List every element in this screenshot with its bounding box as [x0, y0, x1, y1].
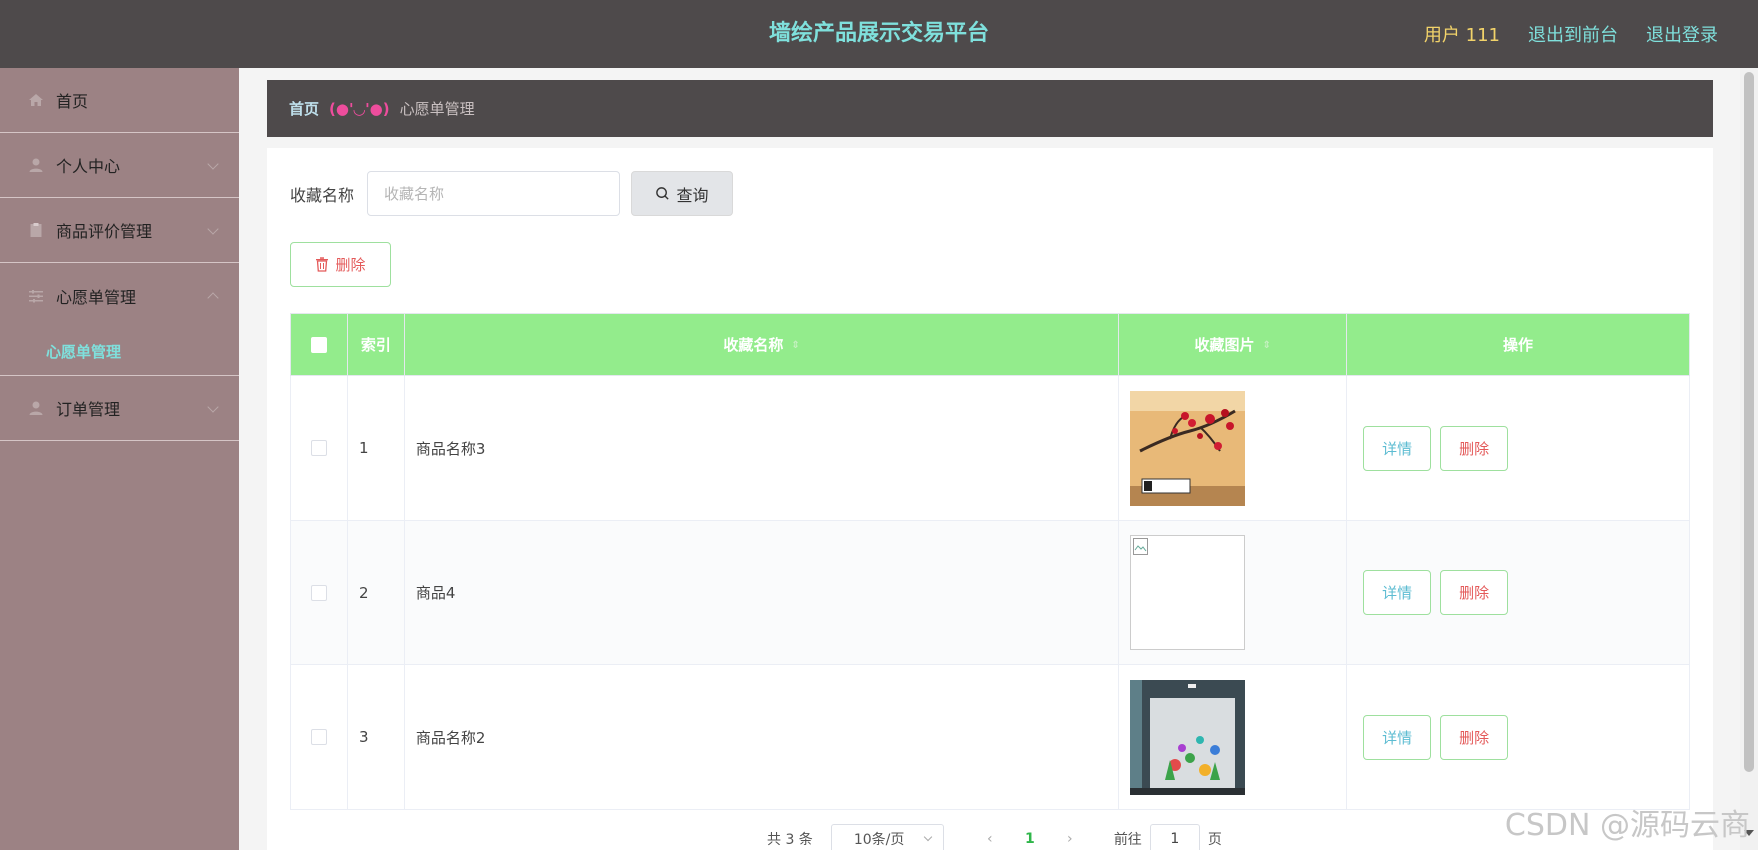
- sidebar-item-label: 订单管理: [56, 400, 121, 419]
- page-number[interactable]: 1: [1010, 831, 1050, 847]
- detail-button[interactable]: 详情: [1363, 570, 1432, 615]
- row-name: 商品名称2: [403, 664, 1120, 810]
- table-header-row: 索引 收藏名称 ⇕ 收藏图片 ⇕ 操作: [290, 313, 1690, 376]
- sidebar-item-personal[interactable]: 个人中心: [0, 133, 239, 198]
- query-button-label: 查询: [676, 185, 709, 205]
- wishlist-table: 索引 收藏名称 ⇕ 收藏图片 ⇕ 操作 1 商品名称3 详情 删除 2 商品4 …: [290, 313, 1690, 810]
- current-user: 用户 111: [1423, 25, 1500, 46]
- detail-button[interactable]: 详情: [1363, 425, 1432, 471]
- chevron-down-icon: [923, 832, 933, 842]
- sort-icon[interactable]: ⇕: [1262, 340, 1270, 351]
- sidebar-item-label: 个人中心: [56, 157, 121, 176]
- row-actions: 详情 删除: [1347, 570, 1689, 615]
- sliders-icon: [28, 288, 44, 304]
- sidebar-item-orders[interactable]: 订单管理: [0, 376, 239, 441]
- detail-button[interactable]: 详情: [1363, 714, 1432, 760]
- page-size-value: 10条/页: [853, 832, 905, 848]
- chevron-down-icon: [207, 223, 219, 235]
- header-index: 索引: [346, 313, 405, 376]
- scrollbar-thumb[interactable]: [1744, 72, 1754, 772]
- header-name-label: 收藏名称: [723, 336, 784, 354]
- table-row: 2 商品4 详情 删除: [290, 520, 1690, 665]
- sidebar-item-wishlist[interactable]: 心愿单管理: [0, 263, 239, 328]
- total-count: 共 3 条: [767, 832, 813, 848]
- sidebar-item-home[interactable]: 首页: [0, 68, 239, 133]
- row-index: 2: [346, 520, 405, 665]
- row-select-cell: [290, 664, 348, 810]
- batch-delete-button[interactable]: 删除: [290, 242, 391, 287]
- user-icon: [28, 157, 44, 173]
- search-input[interactable]: [367, 171, 620, 216]
- row-checkbox[interactable]: [310, 729, 327, 745]
- row-actions: 详情 删除: [1347, 714, 1689, 760]
- row-ops-cell: 详情 删除: [1346, 520, 1690, 665]
- header-ops: 操作: [1346, 313, 1690, 376]
- row-image-cell: [1118, 664, 1348, 810]
- broken-image-icon: [1133, 538, 1149, 555]
- row-select-cell: [290, 520, 348, 665]
- sidebar: 首页 个人中心 商品评价管理 心愿单管理 心愿单管理 订单管理: [0, 68, 239, 850]
- row-select-cell: [290, 375, 348, 521]
- row-image-cell: [1118, 375, 1348, 521]
- clipboard-icon: [28, 222, 44, 238]
- sidebar-item-label: 商品评价管理: [56, 222, 153, 241]
- prev-page-icon[interactable]: ‹: [970, 831, 1010, 847]
- row-index: 1: [346, 375, 405, 521]
- query-button[interactable]: 查询: [631, 171, 733, 216]
- watermark: CSDN @源码云商: [1504, 808, 1750, 843]
- breadcrumb-current: 心愿单管理: [399, 100, 475, 118]
- delete-button[interactable]: 删除: [1440, 714, 1509, 760]
- header-image[interactable]: 收藏图片 ⇕: [1118, 313, 1348, 376]
- batch-delete-label: 删除: [335, 256, 366, 274]
- chevron-down-icon: [207, 158, 219, 170]
- row-ops-cell: 详情 删除: [1346, 375, 1690, 521]
- header-actions: 用户 111 退出到前台 退出登录: [1424, 0, 1718, 68]
- breadcrumb: 首页 (●'◡'●) 心愿单管理: [267, 80, 1713, 137]
- page-jump-input[interactable]: [1149, 824, 1200, 850]
- delete-button[interactable]: 删除: [1440, 425, 1509, 471]
- sidebar-item-label: 心愿单管理: [56, 287, 137, 307]
- chevron-down-icon: [207, 401, 219, 413]
- sidebar-item-label: 首页: [56, 92, 89, 111]
- header-image-label: 收藏图片: [1194, 336, 1255, 354]
- sidebar-item-reviews[interactable]: 商品评价管理: [0, 198, 239, 263]
- trash-icon: [316, 257, 329, 272]
- home-icon: [28, 92, 44, 108]
- breadcrumb-home[interactable]: 首页: [289, 98, 319, 119]
- header-name[interactable]: 收藏名称 ⇕: [403, 313, 1120, 376]
- table-row: 1 商品名称3 详情 删除: [290, 375, 1690, 521]
- row-image-cell: [1118, 520, 1348, 665]
- product-image[interactable]: [1130, 390, 1246, 506]
- row-actions: 详情 删除: [1347, 425, 1689, 471]
- pagination: 共 3 条 10条/页 ‹ 1 › 前往 页: [767, 824, 1222, 850]
- breadcrumb-separator: (●'◡'●): [329, 99, 390, 118]
- goto-label: 前往: [1113, 832, 1142, 848]
- table-row: 3 商品名称2 详情 删除: [290, 664, 1690, 810]
- row-name: 商品名称3: [403, 375, 1120, 521]
- sort-icon[interactable]: ⇕: [791, 340, 799, 351]
- search-label: 收藏名称: [290, 186, 355, 205]
- row-ops-cell: 详情 删除: [1346, 664, 1690, 810]
- select-all-checkbox[interactable]: [310, 336, 327, 353]
- row-checkbox[interactable]: [310, 440, 327, 456]
- next-page-icon[interactable]: ›: [1050, 831, 1090, 847]
- select-all-cell: [290, 313, 348, 376]
- search-icon: [656, 187, 670, 200]
- broken-image[interactable]: [1130, 535, 1246, 650]
- page-size-select[interactable]: 10条/页: [830, 824, 944, 850]
- row-checkbox[interactable]: [310, 584, 327, 601]
- logout-link[interactable]: 退出登录: [1646, 21, 1718, 47]
- user-icon: [28, 400, 44, 416]
- back-to-front-link[interactable]: 退出到前台: [1528, 21, 1618, 47]
- sidebar-subitem-wishlist[interactable]: 心愿单管理: [0, 328, 239, 376]
- delete-button[interactable]: 删除: [1440, 570, 1509, 615]
- chevron-up-icon: [207, 292, 219, 304]
- product-image[interactable]: [1130, 679, 1246, 795]
- top-header: 墙绘产品展示交易平台 用户 111 退出到前台 退出登录: [0, 0, 1758, 68]
- page-unit-label: 页: [1207, 832, 1222, 848]
- row-name: 商品4: [403, 520, 1120, 665]
- row-index: 3: [346, 664, 405, 810]
